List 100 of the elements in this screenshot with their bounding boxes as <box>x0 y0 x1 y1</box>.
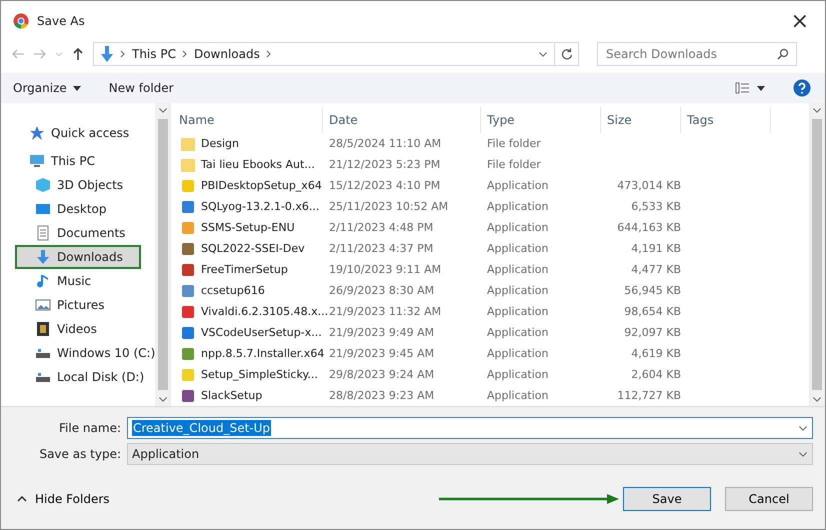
help-icon[interactable] <box>793 79 811 97</box>
refresh-icon <box>560 48 572 60</box>
sidebar-item[interactable]: Music <box>35 269 156 293</box>
sidebar-item[interactable]: Windows 10 (C:) <box>35 341 156 365</box>
date-cell-text: 21/12/2023 5:23 PM <box>328 158 442 171</box>
file-list-scrollbar[interactable] <box>809 103 825 406</box>
type-cell-text: Application <box>486 263 550 276</box>
pc-icon <box>29 153 45 169</box>
breadcrumb[interactable]: Downloads <box>194 47 260 61</box>
type-cell-text: Application <box>486 389 550 402</box>
refresh-button[interactable] <box>555 42 579 66</box>
sidebar-item[interactable]: Documents <box>35 221 156 245</box>
sidebar-label: Desktop <box>57 202 106 216</box>
date-cell-text: 15/12/2023 4:10 PM <box>328 179 442 192</box>
type-cell-text: Application <box>486 326 550 339</box>
cancel-button[interactable]: Cancel <box>725 487 813 511</box>
size-cell-text: 112,727 KB <box>616 389 681 402</box>
sidebar-label: Pictures <box>57 298 105 312</box>
column-header[interactable]: Type <box>481 107 601 133</box>
file-name[interactable]: SlackSetup <box>181 388 323 402</box>
sidebar-item[interactable]: Videos <box>35 317 156 341</box>
chevron-up-icon <box>17 496 27 502</box>
size-cell-text: 473,014 KB <box>616 179 681 192</box>
breadcrumb[interactable]: This PC <box>132 47 176 61</box>
size-cell-text: 6,533 KB <box>630 200 681 213</box>
doc-icon <box>35 225 51 241</box>
new-folder-button[interactable]: New folder <box>108 81 174 95</box>
size-cell-text: 2,604 KB <box>630 368 681 381</box>
type-cell-text: Application <box>486 179 550 192</box>
date-cell-text: 19/10/2023 9:11 AM <box>328 263 442 276</box>
type-cell-text: Application <box>486 242 550 255</box>
window-title: Save As <box>37 14 86 28</box>
file-name[interactable]: Design <box>181 136 323 150</box>
download-icon <box>35 249 51 265</box>
sidebar-scrollbar[interactable] <box>155 103 172 406</box>
organize-button[interactable]: Organize <box>13 81 81 95</box>
hide-folders-button[interactable]: Hide Folders <box>17 492 439 506</box>
date-cell-text: 2/11/2023 4:37 PM <box>328 242 434 255</box>
file-name[interactable]: FreeTimerSetup <box>181 262 323 276</box>
size-cell-text: 644,163 KB <box>616 221 681 234</box>
date-cell-text: 21/9/2023 9:45 AM <box>328 347 436 360</box>
sidebar-item[interactable]: 3D Objects <box>35 173 156 197</box>
chevron-icon <box>120 50 126 58</box>
save-type-dropdown[interactable]: Application <box>127 443 813 465</box>
date-cell-text: 26/9/2023 8:30 AM <box>328 284 436 297</box>
file-name[interactable]: npp.8.5.7.Installer.x64 <box>181 346 323 360</box>
picture-icon <box>35 297 51 313</box>
size-cell-text: 4,477 KB <box>630 263 681 276</box>
sidebar-label: 3D Objects <box>57 178 124 192</box>
file-name[interactable]: PBIDesktopSetup_x64 <box>181 178 323 192</box>
size-cell-text: 4,619 KB <box>630 347 681 360</box>
save-button[interactable]: Save <box>623 487 711 511</box>
sidebar-item[interactable]: Pictures <box>35 293 156 317</box>
column-header[interactable]: Tags <box>681 107 771 133</box>
file-name[interactable]: SQL2022-SSEI-Dev <box>181 242 323 256</box>
column-header[interactable]: Date <box>323 107 481 133</box>
date-cell-text: 28/8/2023 9:23 AM <box>328 389 436 402</box>
save-type-label: Save as type: <box>38 447 122 461</box>
sidebar-label: Quick access <box>51 126 130 140</box>
sidebar-label: Downloads <box>57 250 123 264</box>
app-logo-icon <box>13 13 29 29</box>
video-icon <box>35 321 51 337</box>
address-bar[interactable]: This PC Downloads <box>93 42 555 66</box>
file-name-field[interactable]: Creative_Cloud_Set-Up <box>127 417 813 439</box>
sidebar-item[interactable]: Downloads <box>15 245 141 269</box>
sidebar-item[interactable]: Local Disk (D:) <box>35 365 156 389</box>
file-name[interactable]: ccsetup616 <box>181 284 323 298</box>
star-icon <box>29 125 45 141</box>
column-header[interactable]: Size <box>601 107 681 133</box>
file-name[interactable]: Tai lieu Ebooks Aut... <box>181 158 323 172</box>
type-cell-text: File folder <box>486 137 542 150</box>
file-name[interactable]: SQLyog-13.2.1-0.x6... <box>181 200 323 214</box>
file-name[interactable]: Setup_SimpleSticky... <box>181 368 323 382</box>
size-cell-text: 98,654 KB <box>623 305 681 318</box>
type-cell-text: Application <box>486 305 550 318</box>
date-cell-text: 25/11/2023 10:52 AM <box>328 200 450 213</box>
sidebar-item[interactable]: This PC <box>29 149 156 173</box>
type-cell-text: Application <box>486 284 550 297</box>
caret-icon <box>72 86 81 90</box>
caret-icon <box>757 86 765 90</box>
search-field[interactable]: Search Downloads <box>597 42 797 66</box>
view-options-button[interactable] <box>735 82 765 94</box>
close-button[interactable]: × <box>786 8 813 34</box>
column-header[interactable]: Name <box>173 107 323 133</box>
size-cell-text: 56,945 KB <box>623 284 681 297</box>
date-cell-text: 29/8/2023 9:24 AM <box>328 368 436 381</box>
sidebar-label: Music <box>57 274 92 288</box>
file-name[interactable]: SSMS-Setup-ENU <box>181 220 323 234</box>
sidebar-item[interactable]: Quick access <box>29 121 156 145</box>
type-cell-text: Application <box>486 200 550 213</box>
size-cell-text: 4,191 KB <box>630 242 681 255</box>
up-arrow-icon[interactable] <box>71 47 85 61</box>
date-cell-text: 28/5/2024 11:10 AM <box>328 137 442 150</box>
type-cell-text: File folder <box>486 158 542 171</box>
sidebar-label: Windows 10 (C:) <box>57 346 156 360</box>
file-name[interactable]: VSCodeUserSetup-x... <box>181 326 323 340</box>
chevron-icon <box>182 50 188 58</box>
sidebar-item[interactable]: Desktop <box>35 197 156 221</box>
search-icon <box>777 48 789 60</box>
music-icon <box>35 273 51 289</box>
